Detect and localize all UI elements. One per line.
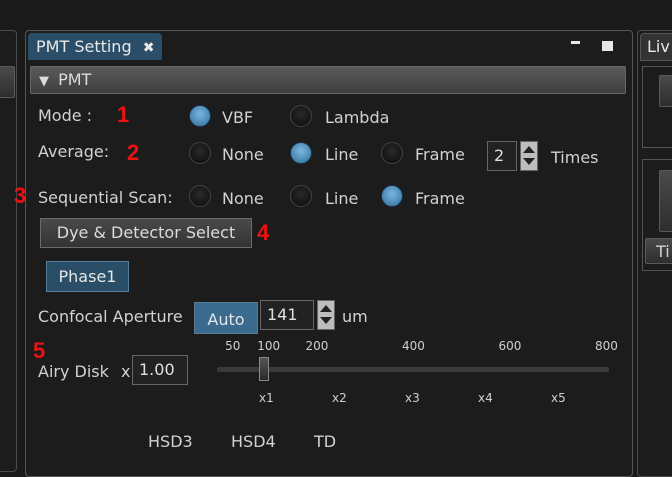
average-times-stepper[interactable] xyxy=(520,141,538,171)
radio-seq-frame[interactable] xyxy=(381,185,403,207)
up-arrow-icon[interactable] xyxy=(320,305,332,312)
marker-2: 2 xyxy=(127,140,140,165)
pmt-section-header[interactable]: ▼ PMT xyxy=(30,66,626,94)
average-times-field[interactable]: 2 xyxy=(487,141,517,171)
down-arrow-icon[interactable] xyxy=(523,158,535,165)
slider-top-tick: 400 xyxy=(402,339,425,353)
detector-td[interactable]: TD xyxy=(314,432,336,451)
aperture-auto-button[interactable]: Auto xyxy=(194,302,258,334)
radio-mode-vbf-label: VBF xyxy=(222,108,254,127)
up-arrow-icon[interactable] xyxy=(523,146,535,153)
right-panel-button-2[interactable] xyxy=(659,170,672,232)
average-times-label: Times xyxy=(551,148,599,167)
radio-average-frame-label: Frame xyxy=(415,145,465,164)
radio-mode-vbf[interactable] xyxy=(189,105,211,127)
slider-bottom-tick: x3 xyxy=(405,391,420,405)
slider-top-tick: 200 xyxy=(305,339,329,353)
radio-seq-none[interactable] xyxy=(189,185,211,207)
slider-bottom-tick: x1 xyxy=(259,391,274,405)
marker-1: 1 xyxy=(117,102,130,127)
tab-title: PMT Setting xyxy=(36,37,132,56)
slider-track xyxy=(217,367,609,372)
section-title: PMT xyxy=(58,70,92,89)
mode-label: Mode : xyxy=(38,106,93,125)
radio-mode-lambda-label: Lambda xyxy=(325,108,390,127)
sequential-scan-label: Sequential Scan: xyxy=(38,188,173,207)
confocal-aperture-label: Confocal Aperture xyxy=(38,307,183,326)
maximize-icon[interactable] xyxy=(602,41,613,51)
radio-seq-line[interactable] xyxy=(290,185,312,207)
aperture-slider[interactable]: 50 100 200 400 600 800 x1 x2 x3 x4 x5 xyxy=(217,339,618,414)
slider-bottom-tick: x2 xyxy=(332,391,347,405)
radio-seq-line-label: Line xyxy=(325,189,359,208)
slider-top-tick: 100 xyxy=(257,339,281,353)
marker-4: 4 xyxy=(257,220,270,245)
right-panel-button[interactable] xyxy=(659,75,672,107)
slider-top-tick: 50 xyxy=(225,339,241,353)
slider-top-tick: 600 xyxy=(498,339,522,353)
minimize-icon[interactable] xyxy=(571,41,580,44)
tab-pmt-setting[interactable]: PMT Setting ✖ xyxy=(28,33,163,60)
left-panel xyxy=(0,30,17,472)
close-icon[interactable]: ✖ xyxy=(143,40,155,56)
airy-disk-field[interactable]: 1.00 xyxy=(132,355,188,385)
marker-3: 3 xyxy=(14,183,27,208)
slider-bottom-tick: x5 xyxy=(551,391,566,405)
aperture-stepper[interactable] xyxy=(317,300,335,330)
aperture-value-field[interactable]: 141 xyxy=(260,300,314,330)
radio-average-none-label: None xyxy=(222,145,264,164)
right-panel-box xyxy=(642,66,672,148)
down-arrow-icon[interactable] xyxy=(320,317,332,324)
slider-bottom-tick: x4 xyxy=(478,391,493,405)
detector-hsd3[interactable]: HSD3 xyxy=(148,432,193,451)
right-tab[interactable]: Liv xyxy=(640,33,672,61)
radio-mode-lambda[interactable] xyxy=(290,105,312,127)
aperture-unit: um xyxy=(342,307,368,326)
right-panel-ti-button[interactable]: Ti xyxy=(645,238,672,264)
radio-seq-none-label: None xyxy=(222,189,264,208)
slider-thumb[interactable] xyxy=(259,357,270,381)
detector-hsd4[interactable]: HSD4 xyxy=(231,432,276,451)
left-panel-button[interactable] xyxy=(0,66,15,98)
radio-seq-frame-label: Frame xyxy=(415,189,465,208)
radio-average-line[interactable] xyxy=(290,142,312,164)
radio-average-line-label: Line xyxy=(325,145,359,164)
airy-disk-label: Airy Disk xyxy=(38,362,109,381)
radio-average-none[interactable] xyxy=(189,142,211,164)
radio-average-frame[interactable] xyxy=(381,142,403,164)
airy-multiplier: x xyxy=(121,362,131,381)
collapse-triangle-icon: ▼ xyxy=(39,74,49,89)
dye-detector-select-button[interactable]: Dye & Detector Select xyxy=(40,218,252,248)
right-panel-box-2: Ti xyxy=(642,159,672,271)
slider-top-tick: 800 xyxy=(595,339,618,353)
marker-5: 5 xyxy=(33,338,46,363)
average-label: Average: xyxy=(38,142,110,161)
phase1-button[interactable]: Phase1 xyxy=(46,261,129,292)
right-panel: Liv Ti xyxy=(637,30,672,477)
